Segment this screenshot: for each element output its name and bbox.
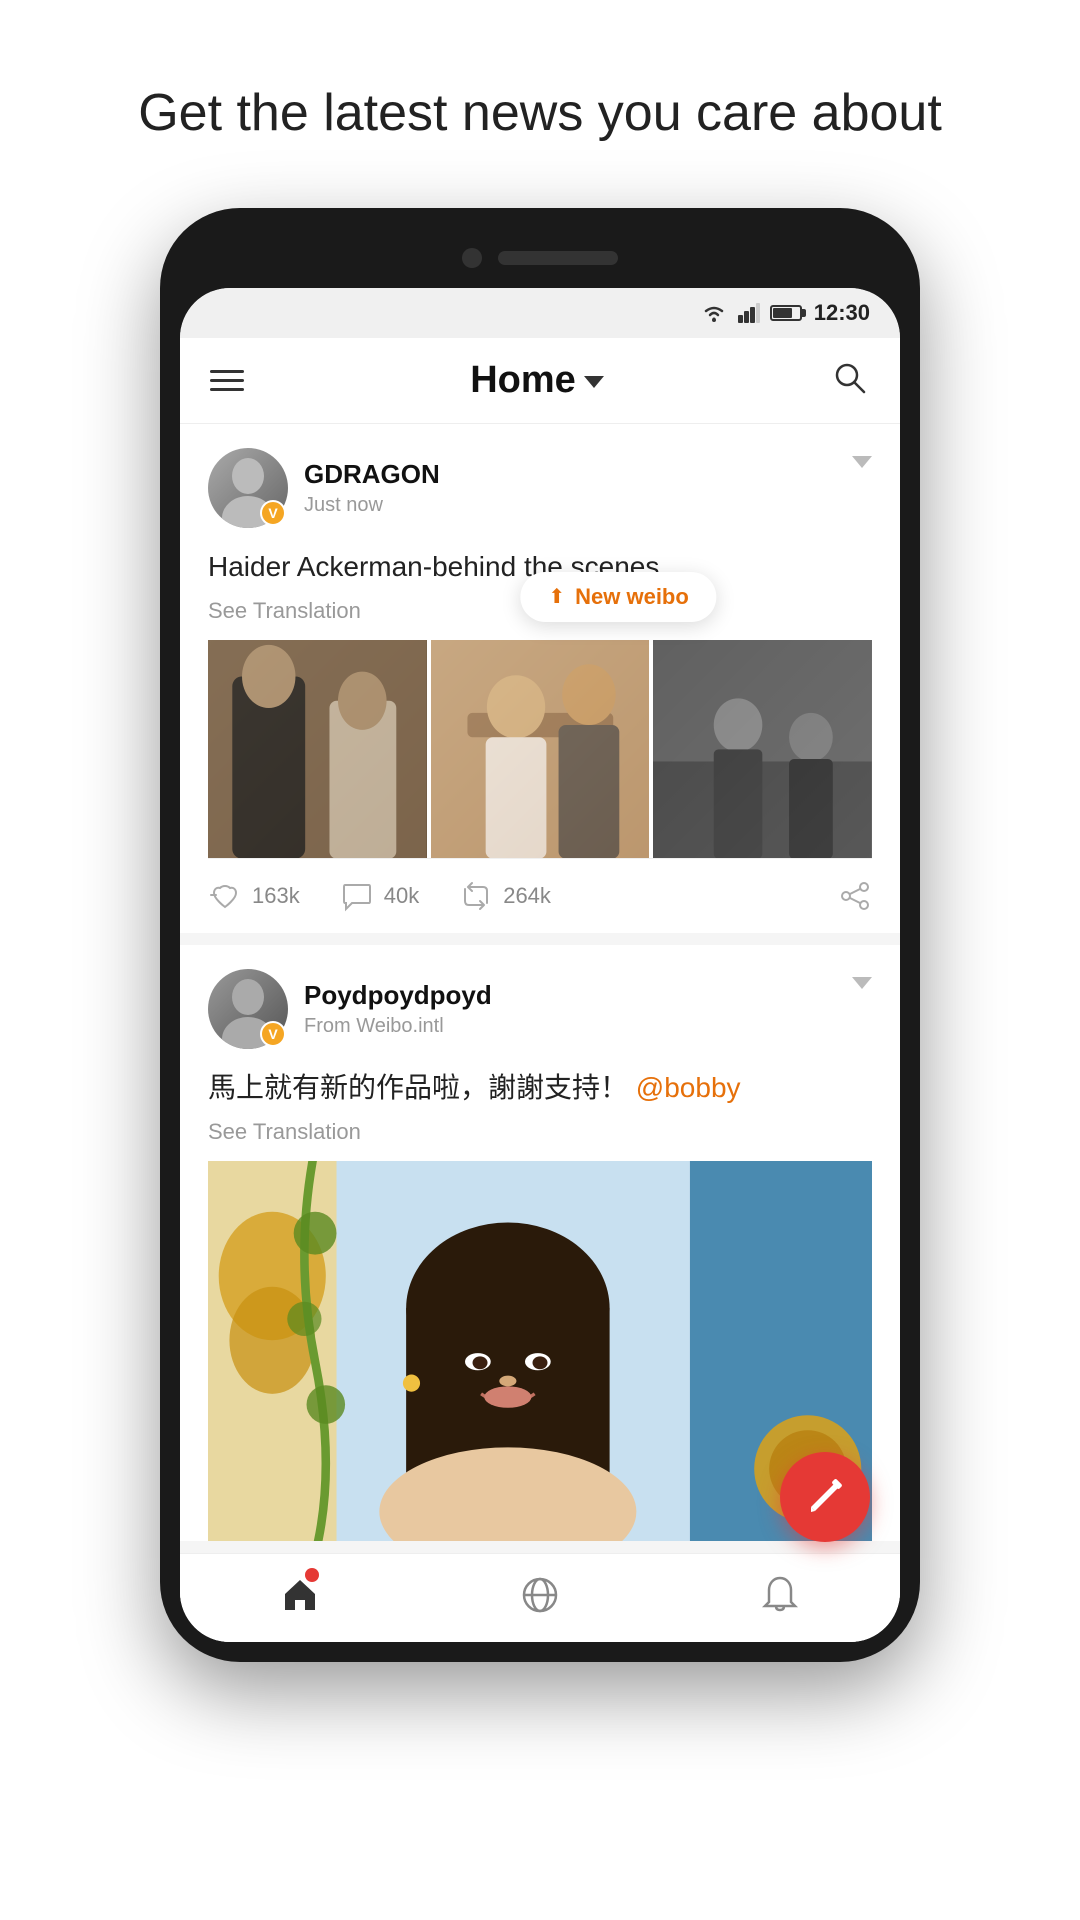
see-translation-button-2[interactable]: See Translation bbox=[208, 1119, 872, 1145]
photo-content-3 bbox=[653, 640, 872, 859]
like-count: 163k bbox=[252, 883, 300, 909]
post-header-2: V Poydpoydpoyd From Weibo.intl bbox=[208, 969, 872, 1049]
post-mention[interactable]: @bobby bbox=[636, 1072, 741, 1103]
post-image-3[interactable] bbox=[653, 640, 872, 859]
post-text-main: 馬上就有新的作品啦，謝謝支持！ bbox=[208, 1072, 628, 1103]
avatar-wrap: V bbox=[208, 448, 288, 528]
battery-icon bbox=[770, 305, 802, 321]
search-icon bbox=[830, 358, 870, 398]
photo-content-2 bbox=[431, 640, 650, 859]
nav-home[interactable] bbox=[277, 1572, 323, 1618]
phone-frame: 12:30 Home ⬆ bbox=[160, 208, 920, 1663]
discover-icon bbox=[517, 1572, 563, 1618]
phone-camera bbox=[462, 248, 482, 268]
post-author-2: V Poydpoydpoyd From Weibo.intl bbox=[208, 969, 492, 1049]
search-button[interactable] bbox=[830, 358, 870, 403]
like-button[interactable]: 163k bbox=[208, 879, 300, 913]
repost-button[interactable]: 264k bbox=[459, 879, 551, 913]
author-info: GDRAGON Just now bbox=[304, 459, 440, 517]
hamburger-menu-button[interactable] bbox=[210, 370, 244, 391]
post-text-2: 馬上就有新的作品啦，謝謝支持！ @bobby bbox=[208, 1067, 872, 1109]
post-card-2: V Poydpoydpoyd From Weibo.intl 馬上就有新的作品啦… bbox=[180, 945, 900, 1541]
post-author: V GDRAGON Just now bbox=[208, 448, 440, 528]
dropdown-arrow-icon bbox=[584, 376, 604, 388]
phone-notch bbox=[180, 238, 900, 288]
page-headline: Get the latest news you care about bbox=[78, 0, 1002, 208]
author-info-2: Poydpoydpoyd From Weibo.intl bbox=[304, 980, 492, 1038]
author-name-2: Poydpoydpoyd bbox=[304, 980, 492, 1011]
home-title-text: Home bbox=[470, 359, 576, 402]
post-meta: Just now bbox=[304, 494, 440, 517]
post-image-1[interactable] bbox=[208, 640, 427, 859]
post-card: V GDRAGON Just now Haider Ackerman-behin… bbox=[180, 424, 900, 934]
nav-notifications[interactable] bbox=[757, 1572, 803, 1618]
chevron-down-icon[interactable] bbox=[852, 456, 872, 468]
photo-content-1 bbox=[208, 640, 427, 859]
compose-fab-button[interactable] bbox=[780, 1452, 870, 1542]
comment-button[interactable]: 40k bbox=[340, 879, 419, 913]
chevron-down-icon-2[interactable] bbox=[852, 977, 872, 989]
home-title[interactable]: Home bbox=[470, 359, 604, 402]
share-button[interactable] bbox=[838, 879, 872, 913]
post-meta-2: From Weibo.intl bbox=[304, 1015, 492, 1038]
new-weibo-label: New weibo bbox=[575, 584, 689, 610]
verified-badge-2: V bbox=[260, 1021, 286, 1047]
status-icons bbox=[700, 303, 802, 323]
verified-badge: V bbox=[260, 500, 286, 526]
up-arrows-icon: ⬆ bbox=[548, 584, 565, 609]
feed: ⬆ New weibo bbox=[180, 424, 900, 1643]
comment-count: 40k bbox=[384, 883, 419, 909]
pencil-icon bbox=[805, 1477, 845, 1517]
app-header: Home bbox=[180, 338, 900, 424]
post-image-2[interactable] bbox=[431, 640, 650, 859]
bottom-nav bbox=[180, 1553, 900, 1642]
post-header: V GDRAGON Just now bbox=[208, 448, 872, 528]
bell-icon bbox=[757, 1572, 803, 1618]
wifi-icon bbox=[700, 303, 728, 323]
phone-screen: 12:30 Home ⬆ bbox=[180, 288, 900, 1643]
avatar-wrap-2: V bbox=[208, 969, 288, 1049]
status-bar: 12:30 bbox=[180, 288, 900, 338]
new-weibo-tooltip[interactable]: ⬆ New weibo bbox=[520, 572, 716, 622]
signal-icon bbox=[738, 303, 760, 323]
author-name: GDRAGON bbox=[304, 459, 440, 490]
nav-discover[interactable] bbox=[517, 1572, 563, 1618]
repost-count: 264k bbox=[503, 883, 551, 909]
phone-speaker bbox=[498, 251, 618, 265]
status-time: 12:30 bbox=[814, 300, 870, 326]
post-actions: 163k 40k bbox=[208, 858, 872, 933]
post-image-grid bbox=[208, 640, 872, 859]
post-image-single[interactable] bbox=[208, 1161, 872, 1541]
